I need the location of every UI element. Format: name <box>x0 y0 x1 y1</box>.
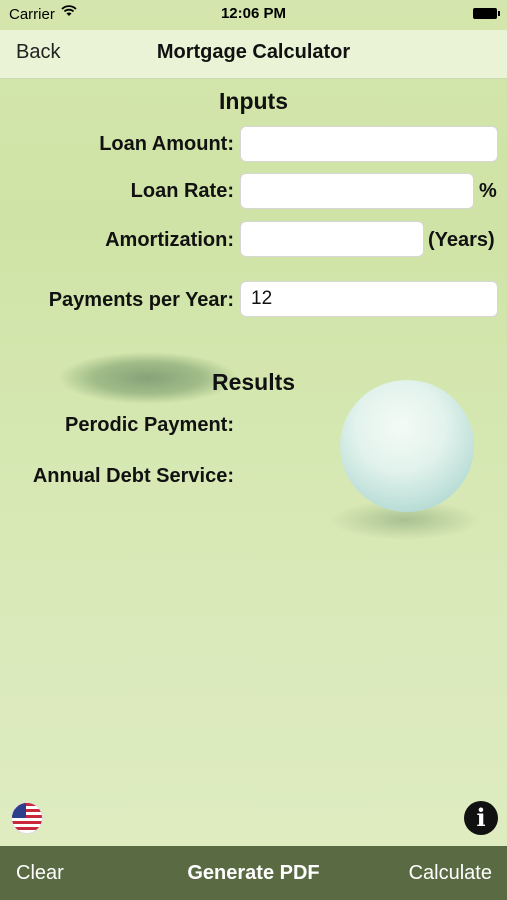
page-title: Mortgage Calculator <box>156 41 351 63</box>
battery-icon <box>473 8 500 19</box>
golf-ball-image <box>340 380 474 512</box>
percent-suffix: % <box>479 180 497 202</box>
status-time: 12:06 PM <box>220 5 287 22</box>
calculate-button[interactable]: Calculate <box>409 862 492 885</box>
navigation-bar: Back Mortgage Calculator <box>0 30 507 79</box>
us-flag-icon[interactable] <box>11 802 43 834</box>
loan-rate-input[interactable] <box>240 173 474 209</box>
amortization-input[interactable] <box>240 221 424 257</box>
amortization-label: Amortization: <box>105 229 234 251</box>
payments-per-year-label: Payments per Year: <box>48 289 234 311</box>
info-icon[interactable]: i <box>464 801 498 835</box>
annual-debt-service-label: Annual Debt Service: <box>32 465 234 487</box>
payments-per-year-input[interactable] <box>240 281 498 317</box>
inputs-heading: Inputs <box>219 88 288 114</box>
bottom-toolbar: Clear Generate PDF Calculate <box>0 846 507 900</box>
loan-amount-label: Loan Amount: <box>99 133 234 155</box>
status-bar: Carrier 12:06 PM <box>0 0 507 30</box>
years-suffix: (Years) <box>428 229 495 251</box>
periodic-payment-label: Perodic Payment: <box>65 414 234 436</box>
loan-rate-label: Loan Rate: <box>130 180 234 202</box>
loan-amount-input[interactable] <box>240 126 498 162</box>
results-heading: Results <box>211 369 296 395</box>
